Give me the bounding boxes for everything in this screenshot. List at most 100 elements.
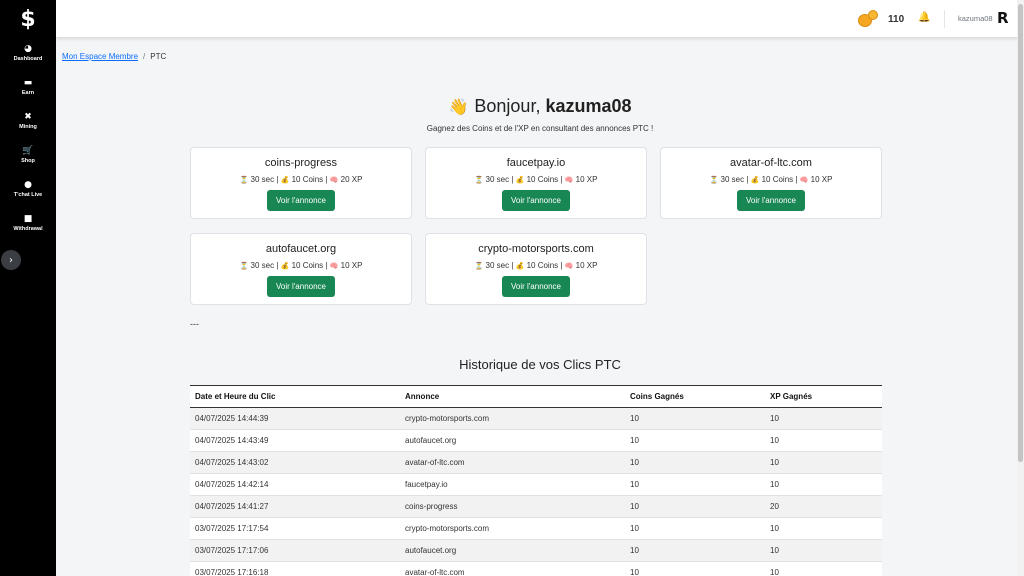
greeting-hello: Bonjour, — [474, 96, 541, 116]
sidebar-item-mining[interactable]: ✖ Mining — [0, 112, 56, 136]
table-cell: 10 — [765, 473, 882, 496]
hourglass-icon: ⏳ — [239, 176, 249, 184]
ad-coins: 10 Coins — [526, 261, 559, 270]
table-cell: coins-progress — [400, 495, 625, 518]
username[interactable]: kazuma08 — [958, 14, 993, 23]
ad-reward-info: ⏳ 30 sec | 💰 10 Coins | 🧠 10 XP — [709, 175, 833, 184]
table-cell: autofaucet.org — [400, 539, 625, 562]
table-row: 04/07/2025 14:44:39 crypto-motorsports.co… — [190, 407, 882, 430]
view-ad-button[interactable]: Voir l'annonce — [267, 276, 335, 297]
breadcrumb-separator: / — [143, 52, 146, 61]
table-row: 03/07/2025 17:17:54 crypto-motorsports.co… — [190, 517, 882, 540]
ad-xp: 10 XP — [340, 261, 363, 270]
table-cell: 10 — [765, 407, 882, 430]
history-title: Historique de vos Clics PTC — [459, 357, 621, 372]
ad-coins: 10 Coins — [291, 175, 324, 184]
view-ad-button[interactable]: Voir l'annonce — [502, 190, 570, 211]
ptc-ad-card: crypto-motorsports.com ⏳ 30 sec | 💰 10 Co… — [425, 233, 647, 305]
column-header: Coins Gagnés — [625, 385, 765, 408]
table-cell: 20 — [765, 495, 882, 518]
ad-reward-info: ⏳ 30 sec | 💰 10 Coins | 🧠 10 XP — [474, 261, 598, 270]
table-row: 03/07/2025 17:17:06 autofaucet.org 10 10 — [190, 539, 882, 562]
table-cell: 10 — [625, 429, 765, 452]
ad-title: avatar-of-ltc.com — [730, 157, 812, 169]
sidebar-item-earn[interactable]: ▬ Earn — [0, 78, 56, 102]
ad-reward-info: ⏳ 30 sec | 💰 10 Coins | 🧠 10 XP — [239, 261, 363, 270]
breadcrumb-home-link[interactable]: Mon Espace Membre — [62, 52, 138, 61]
table-cell: 10 — [625, 561, 765, 576]
ad-duration: 30 sec — [720, 175, 745, 184]
hourglass-icon: ⏳ — [709, 176, 719, 184]
money-bag-icon: 💰 — [280, 176, 290, 184]
breadcrumb-current: PTC — [150, 52, 167, 61]
column-header: XP Gagnés — [765, 385, 882, 408]
ad-coins: 10 Coins — [761, 175, 794, 184]
table-cell: 10 — [625, 473, 765, 496]
ptc-ad-card: coins-progress ⏳ 30 sec | 💰 10 Coins | 🧠 … — [190, 147, 412, 219]
table-row: 04/07/2025 14:43:49 autofaucet.org 10 10 — [190, 429, 882, 452]
table-cell: 10 — [765, 561, 882, 576]
hourglass-icon: ⏳ — [474, 262, 484, 270]
chevron-right-icon[interactable]: › — [1, 250, 21, 270]
bell-icon[interactable]: 🔔 — [918, 12, 930, 23]
table-cell: 10 — [625, 451, 765, 474]
sidebar-item-dashboard[interactable]: ◕ Dashboard — [0, 44, 56, 68]
sidebar-item-label: Mining — [19, 124, 37, 130]
dashboard-icon: ◕ — [24, 44, 32, 54]
coin-balance[interactable]: 110 — [858, 10, 904, 28]
view-ad-button[interactable]: Voir l'annonce — [267, 190, 335, 211]
separator-text: --- — [190, 319, 199, 329]
top-navbar: 110 🔔 kazuma08 R — [56, 0, 1024, 37]
ad-duration: 30 sec — [250, 175, 275, 184]
table-cell: crypto-motorsports.com — [400, 407, 625, 430]
tools-icon: ✖ — [24, 112, 32, 122]
hourglass-icon: ⏳ — [474, 176, 484, 184]
column-header: Date et Heure du Clic — [190, 385, 400, 408]
ad-reward-info: ⏳ 30 sec | 💰 10 Coins | 🧠 20 XP — [239, 175, 363, 184]
history-table: Date et Heure du Clic Annonce Coins Gagnés… — [190, 385, 882, 576]
table-cell: avatar-of-ltc.com — [400, 451, 625, 474]
greeting-user: kazuma08 — [545, 96, 632, 116]
table-row: 04/07/2025 14:41:27 coins-progress 10 20 — [190, 495, 882, 518]
page-subtitle: Gagnez des Coins et de l'XP en consultan… — [426, 124, 654, 133]
sidebar-item-withdrawal[interactable]: ■ Withdrawal — [0, 214, 56, 238]
table-row: 04/07/2025 14:42:14 faucetpay.io 10 10 — [190, 473, 882, 496]
ad-coins: 10 Coins — [526, 175, 559, 184]
table-cell: 03/07/2025 17:17:54 — [190, 517, 400, 540]
table-cell: avatar-of-ltc.com — [400, 561, 625, 576]
sidebar-item-shop[interactable]: 🛒 Shop — [0, 146, 56, 170]
table-cell: crypto-motorsports.com — [400, 517, 625, 540]
view-ad-button[interactable]: Voir l'annonce — [737, 190, 805, 211]
table-row: 04/07/2025 14:43:02 avatar-of-ltc.com 10 10 — [190, 451, 882, 474]
ad-title: crypto-motorsports.com — [478, 243, 594, 255]
table-cell: 10 — [765, 539, 882, 562]
money-bag-icon: 💰 — [515, 176, 525, 184]
ad-coins: 10 Coins — [291, 261, 324, 270]
brain-icon: 🧠 — [564, 262, 574, 270]
site-logo[interactable]: R — [997, 9, 1009, 27]
ptc-ad-card: avatar-of-ltc.com ⏳ 30 sec | 💰 10 Coins |… — [660, 147, 882, 219]
sidebar-item-t-chat-live[interactable]: ● T'chat Live — [0, 180, 56, 204]
table-cell: 04/07/2025 14:42:14 — [190, 473, 400, 496]
brain-icon: 🧠 — [329, 176, 339, 184]
table-cell: 03/07/2025 17:17:06 — [190, 539, 400, 562]
scrollbar-thumb[interactable] — [1018, 4, 1023, 462]
hourglass-icon: ⏳ — [239, 262, 249, 270]
sidebar-item-label: T'chat Live — [13, 192, 43, 198]
ad-title: coins-progress — [264, 157, 338, 169]
coins-icon — [858, 10, 880, 28]
sidebar-item-label: Dashboard — [13, 56, 43, 62]
ad-title: autofaucet.org — [265, 243, 337, 255]
table-cell: 10 — [625, 407, 765, 430]
column-header: Annonce — [400, 385, 625, 408]
table-cell: 04/07/2025 14:43:49 — [190, 429, 400, 452]
page-title: 👋 Bonjour, kazuma08 — [56, 96, 1024, 117]
money-icon: ▬ — [23, 78, 33, 88]
cart-icon: 🛒 — [22, 146, 34, 156]
dollar-icon[interactable]: $ — [0, 6, 56, 32]
sidebar-item-label: Withdrawal — [13, 226, 43, 232]
view-ad-button[interactable]: Voir l'annonce — [502, 276, 570, 297]
ad-xp: 10 XP — [810, 175, 833, 184]
table-cell: 04/07/2025 14:41:27 — [190, 495, 400, 518]
brain-icon: 🧠 — [799, 176, 809, 184]
